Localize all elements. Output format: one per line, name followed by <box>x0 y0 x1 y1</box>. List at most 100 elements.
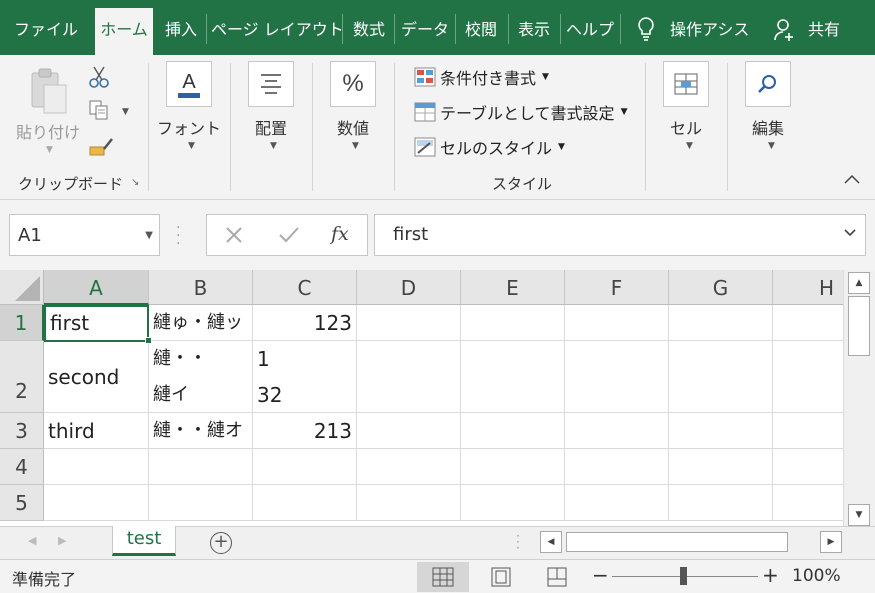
horizontal-scrollbar[interactable]: ◀ ▶ <box>538 530 844 554</box>
cut-icon[interactable] <box>88 65 110 93</box>
cells-button[interactable]: セル <box>653 115 719 139</box>
tab-file[interactable]: ファイル <box>10 8 82 55</box>
person-icon[interactable] <box>774 18 796 46</box>
more-options-icon[interactable]: · · · <box>176 221 180 251</box>
conditional-formatting-button[interactable]: 条件付き書式 ▼ <box>414 65 549 89</box>
cell-c3[interactable]: 213 <box>253 413 357 449</box>
chevron-down-icon[interactable]: ▼ <box>768 141 775 151</box>
sheet-tab-test[interactable]: test <box>112 526 176 556</box>
search-icon[interactable] <box>745 61 791 107</box>
collapse-ribbon-icon[interactable] <box>843 173 861 189</box>
chevron-down-icon[interactable]: ▼ <box>188 141 195 151</box>
dialog-launcher-icon[interactable]: ↘ <box>131 177 139 188</box>
empty-cell[interactable] <box>565 449 669 485</box>
tell-me-box[interactable]: 操作アシス <box>670 8 754 55</box>
empty-cell[interactable] <box>669 413 773 449</box>
format-as-table-button[interactable]: テーブルとして書式設定 ▼ <box>414 100 627 124</box>
paste-button[interactable]: 貼り付け <box>14 119 82 143</box>
empty-cell[interactable] <box>773 305 843 341</box>
page-break-view-icon[interactable] <box>531 562 583 592</box>
empty-cell[interactable] <box>669 449 773 485</box>
row-header-2[interactable]: 2 <box>0 341 44 413</box>
tab-data[interactable]: データ <box>399 8 451 55</box>
cell-c2[interactable]: 1 32 <box>253 341 357 413</box>
empty-cell[interactable] <box>461 449 565 485</box>
column-header-d[interactable]: D <box>357 270 461 305</box>
paste-icon[interactable] <box>28 67 68 119</box>
empty-cell[interactable] <box>357 485 461 521</box>
select-all-corner[interactable] <box>0 270 44 305</box>
number-button[interactable]: 数値 <box>320 115 386 139</box>
scroll-left-icon[interactable]: ◀ <box>540 531 562 553</box>
scroll-up-icon[interactable]: ▲ <box>848 272 870 294</box>
row-header-1[interactable]: 1 <box>0 305 44 341</box>
vertical-scroll-thumb[interactable] <box>848 296 870 356</box>
formula-input[interactable]: first <box>374 214 866 256</box>
empty-cell[interactable] <box>253 485 357 521</box>
prev-sheet-icon[interactable]: ◀ <box>28 534 36 547</box>
empty-cell[interactable] <box>669 485 773 521</box>
scroll-right-icon[interactable]: ▶ <box>820 531 842 553</box>
empty-cell[interactable] <box>357 449 461 485</box>
empty-cell[interactable] <box>669 341 773 413</box>
vertical-scrollbar[interactable]: ▲ ▼ <box>843 270 875 526</box>
cell-b2[interactable]: 縺・・ 縺イ <box>149 341 253 413</box>
empty-cell[interactable] <box>44 485 149 521</box>
name-box[interactable]: A1 ▼ <box>9 214 160 256</box>
chevron-down-icon[interactable]: ▼ <box>352 141 359 151</box>
empty-cell[interactable] <box>565 341 669 413</box>
empty-cell[interactable] <box>461 305 565 341</box>
tab-view[interactable]: 表示 <box>512 8 556 55</box>
insert-function-button[interactable]: fx <box>331 223 349 245</box>
cancel-icon[interactable] <box>223 224 245 250</box>
empty-cell[interactable] <box>461 341 565 413</box>
empty-cell[interactable] <box>773 449 843 485</box>
empty-cell[interactable] <box>773 485 843 521</box>
row-header-5[interactable]: 5 <box>0 485 44 521</box>
tab-review[interactable]: 校閲 <box>459 8 503 55</box>
tab-splitter-icon[interactable]: · · · <box>516 530 520 554</box>
tab-home[interactable]: ホーム <box>95 8 153 55</box>
font-button[interactable]: フォント <box>156 115 222 139</box>
empty-cell[interactable] <box>773 341 843 413</box>
empty-cell[interactable] <box>773 413 843 449</box>
scroll-down-icon[interactable]: ▼ <box>848 504 870 526</box>
column-header-f[interactable]: F <box>565 270 669 305</box>
page-layout-view-icon[interactable] <box>475 562 527 592</box>
empty-cell[interactable] <box>357 341 461 413</box>
cell-a3[interactable]: third <box>44 413 149 449</box>
zoom-out-icon[interactable]: − <box>592 563 609 587</box>
enter-icon[interactable] <box>277 224 301 250</box>
tab-help[interactable]: ヘルプ <box>564 8 616 55</box>
zoom-level[interactable]: 100% <box>792 566 841 586</box>
cell-c1[interactable]: 123 <box>253 305 357 341</box>
lightbulb-icon[interactable] <box>636 16 656 46</box>
empty-cell[interactable] <box>565 413 669 449</box>
chevron-down-icon[interactable]: ▼ <box>122 107 129 117</box>
cell-a2[interactable]: second <box>44 341 149 413</box>
zoom-in-icon[interactable]: + <box>762 563 779 587</box>
editing-button[interactable]: 編集 <box>735 115 801 139</box>
row-header-3[interactable]: 3 <box>0 413 44 449</box>
empty-cell[interactable] <box>357 305 461 341</box>
share-button[interactable]: 共有 <box>802 8 846 55</box>
cell-a1[interactable]: first <box>44 305 149 342</box>
column-header-b[interactable]: B <box>149 270 253 305</box>
chevron-down-icon[interactable]: ▼ <box>270 141 277 151</box>
empty-cell[interactable] <box>461 485 565 521</box>
tab-page-layout[interactable]: ページ レイアウト <box>211 8 344 55</box>
align-icon[interactable] <box>248 61 294 107</box>
empty-cell[interactable] <box>565 485 669 521</box>
next-sheet-icon[interactable]: ▶ <box>58 534 66 547</box>
horizontal-scroll-thumb[interactable] <box>566 532 788 552</box>
empty-cell[interactable] <box>669 305 773 341</box>
zoom-slider-thumb[interactable] <box>680 567 687 585</box>
percent-icon[interactable]: % <box>330 61 376 107</box>
cell-styles-button[interactable]: セルのスタイル ▼ <box>414 135 565 159</box>
column-header-g[interactable]: G <box>669 270 773 305</box>
empty-cell[interactable] <box>357 413 461 449</box>
row-header-4[interactable]: 4 <box>0 449 44 485</box>
column-header-c[interactable]: C <box>253 270 357 305</box>
empty-cell[interactable] <box>565 305 669 341</box>
cells-icon[interactable] <box>663 61 709 107</box>
